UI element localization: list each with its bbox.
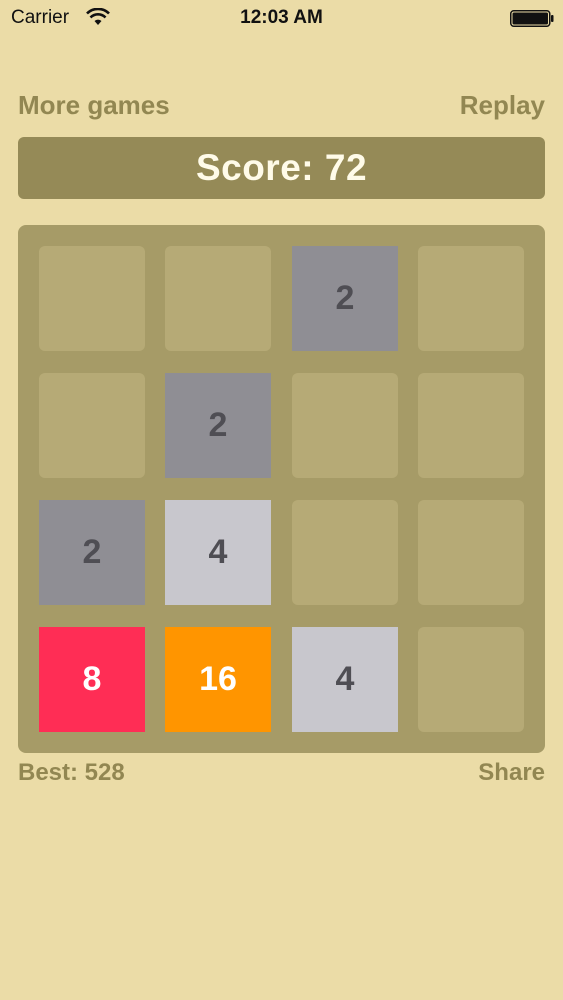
empty-cell bbox=[292, 373, 398, 478]
empty-cell bbox=[418, 246, 524, 351]
tile-4: 4 bbox=[165, 500, 271, 605]
status-time: 12:03 AM bbox=[240, 7, 323, 28]
tile-8: 8 bbox=[39, 627, 145, 732]
empty-cell bbox=[165, 246, 271, 351]
share-button[interactable]: Share bbox=[478, 758, 545, 788]
status-bar: Carrier 12:03 AM bbox=[0, 0, 563, 40]
tile-4: 4 bbox=[292, 627, 398, 732]
tile-2: 2 bbox=[39, 500, 145, 605]
tile-2: 2 bbox=[165, 373, 271, 478]
empty-cell bbox=[418, 373, 524, 478]
empty-cell bbox=[418, 627, 524, 732]
tile-16: 16 bbox=[165, 627, 271, 732]
more-games-button[interactable]: More games bbox=[18, 89, 170, 121]
best-score: Best: 528 bbox=[18, 759, 125, 786]
score-display: Score: 72 bbox=[18, 137, 545, 199]
empty-cell bbox=[292, 500, 398, 605]
game-board[interactable]: 2 2 2 4 8 16 4 bbox=[18, 225, 545, 753]
replay-button[interactable]: Replay bbox=[460, 89, 545, 121]
battery-icon bbox=[510, 10, 554, 27]
empty-cell bbox=[39, 373, 145, 478]
empty-cell bbox=[418, 500, 524, 605]
tile-2: 2 bbox=[292, 246, 398, 351]
empty-cell bbox=[39, 246, 145, 351]
